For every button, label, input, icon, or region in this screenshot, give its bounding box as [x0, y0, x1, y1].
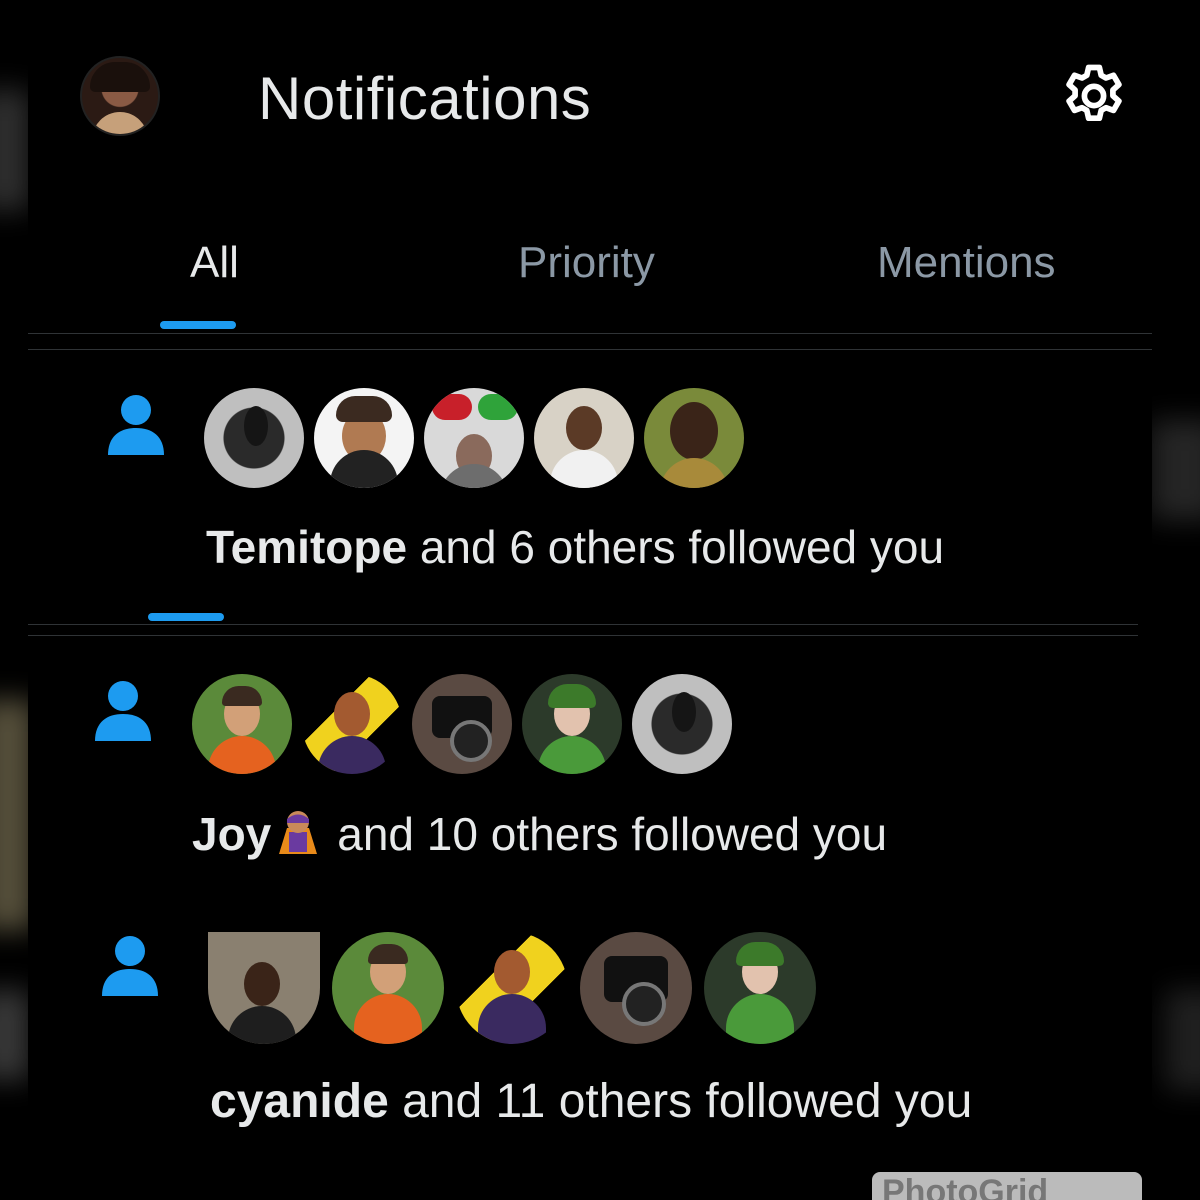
- collage-divider: [28, 624, 1138, 625]
- actor-name[interactable]: Joy: [192, 808, 271, 860]
- avatar[interactable]: [314, 388, 414, 488]
- collage-divider: [28, 349, 1152, 350]
- blurred-edge: [1165, 990, 1200, 1090]
- tab-all[interactable]: All: [190, 238, 239, 288]
- blurred-edge: [0, 90, 30, 210]
- screen: Notifications All Priority Mentions Temi…: [0, 0, 1200, 1200]
- blurred-edge: [1150, 420, 1200, 520]
- avatar[interactable]: [522, 674, 622, 774]
- avatar-hair: [90, 62, 150, 92]
- avatar[interactable]: [704, 932, 816, 1044]
- superhero-emoji: [279, 811, 318, 854]
- follower-avatars: [208, 932, 816, 1044]
- actor-name[interactable]: cyanide: [210, 1075, 389, 1128]
- notification-text: Temitope and 6 others followed you: [206, 520, 944, 574]
- collage-divider: [28, 635, 1138, 636]
- follower-avatars: [204, 388, 744, 488]
- notification-text: Joy and 10 others followed you: [192, 806, 887, 861]
- collage-tab-indicator: [148, 613, 224, 621]
- notification-message: and 6 others followed you: [407, 521, 945, 573]
- notification-text: cyanide and 11 others followed you: [210, 1074, 972, 1129]
- notification-message: and 10 others followed you: [337, 808, 888, 860]
- blurred-edge: [0, 990, 30, 1080]
- page-title: Notifications: [258, 65, 592, 132]
- avatar-shirt: [92, 112, 148, 134]
- profile-avatar[interactable]: [80, 56, 160, 136]
- avatar[interactable]: [632, 674, 732, 774]
- actor-name[interactable]: Temitope: [206, 521, 407, 573]
- avatar[interactable]: [456, 932, 568, 1044]
- avatar[interactable]: [534, 388, 634, 488]
- tab-priority[interactable]: Priority: [518, 238, 655, 288]
- avatar[interactable]: [424, 388, 524, 488]
- tab-mentions[interactable]: Mentions: [877, 238, 1056, 288]
- avatar[interactable]: [332, 932, 444, 1044]
- notification-message: and 11 others followed you: [388, 1075, 973, 1128]
- avatar[interactable]: [208, 932, 320, 1044]
- person-icon: [95, 681, 151, 741]
- tabs-divider: [28, 333, 1152, 334]
- follower-avatars: [192, 674, 732, 774]
- gear-icon[interactable]: [1058, 60, 1130, 132]
- person-icon: [108, 395, 164, 455]
- avatar[interactable]: [644, 388, 744, 488]
- avatar[interactable]: [580, 932, 692, 1044]
- person-icon: [102, 936, 158, 996]
- avatar[interactable]: [302, 674, 402, 774]
- active-tab-indicator: [160, 321, 236, 329]
- avatar[interactable]: [412, 674, 512, 774]
- watermark: PhotoGrid: [872, 1172, 1142, 1200]
- avatar[interactable]: [204, 388, 304, 488]
- avatar[interactable]: [192, 674, 292, 774]
